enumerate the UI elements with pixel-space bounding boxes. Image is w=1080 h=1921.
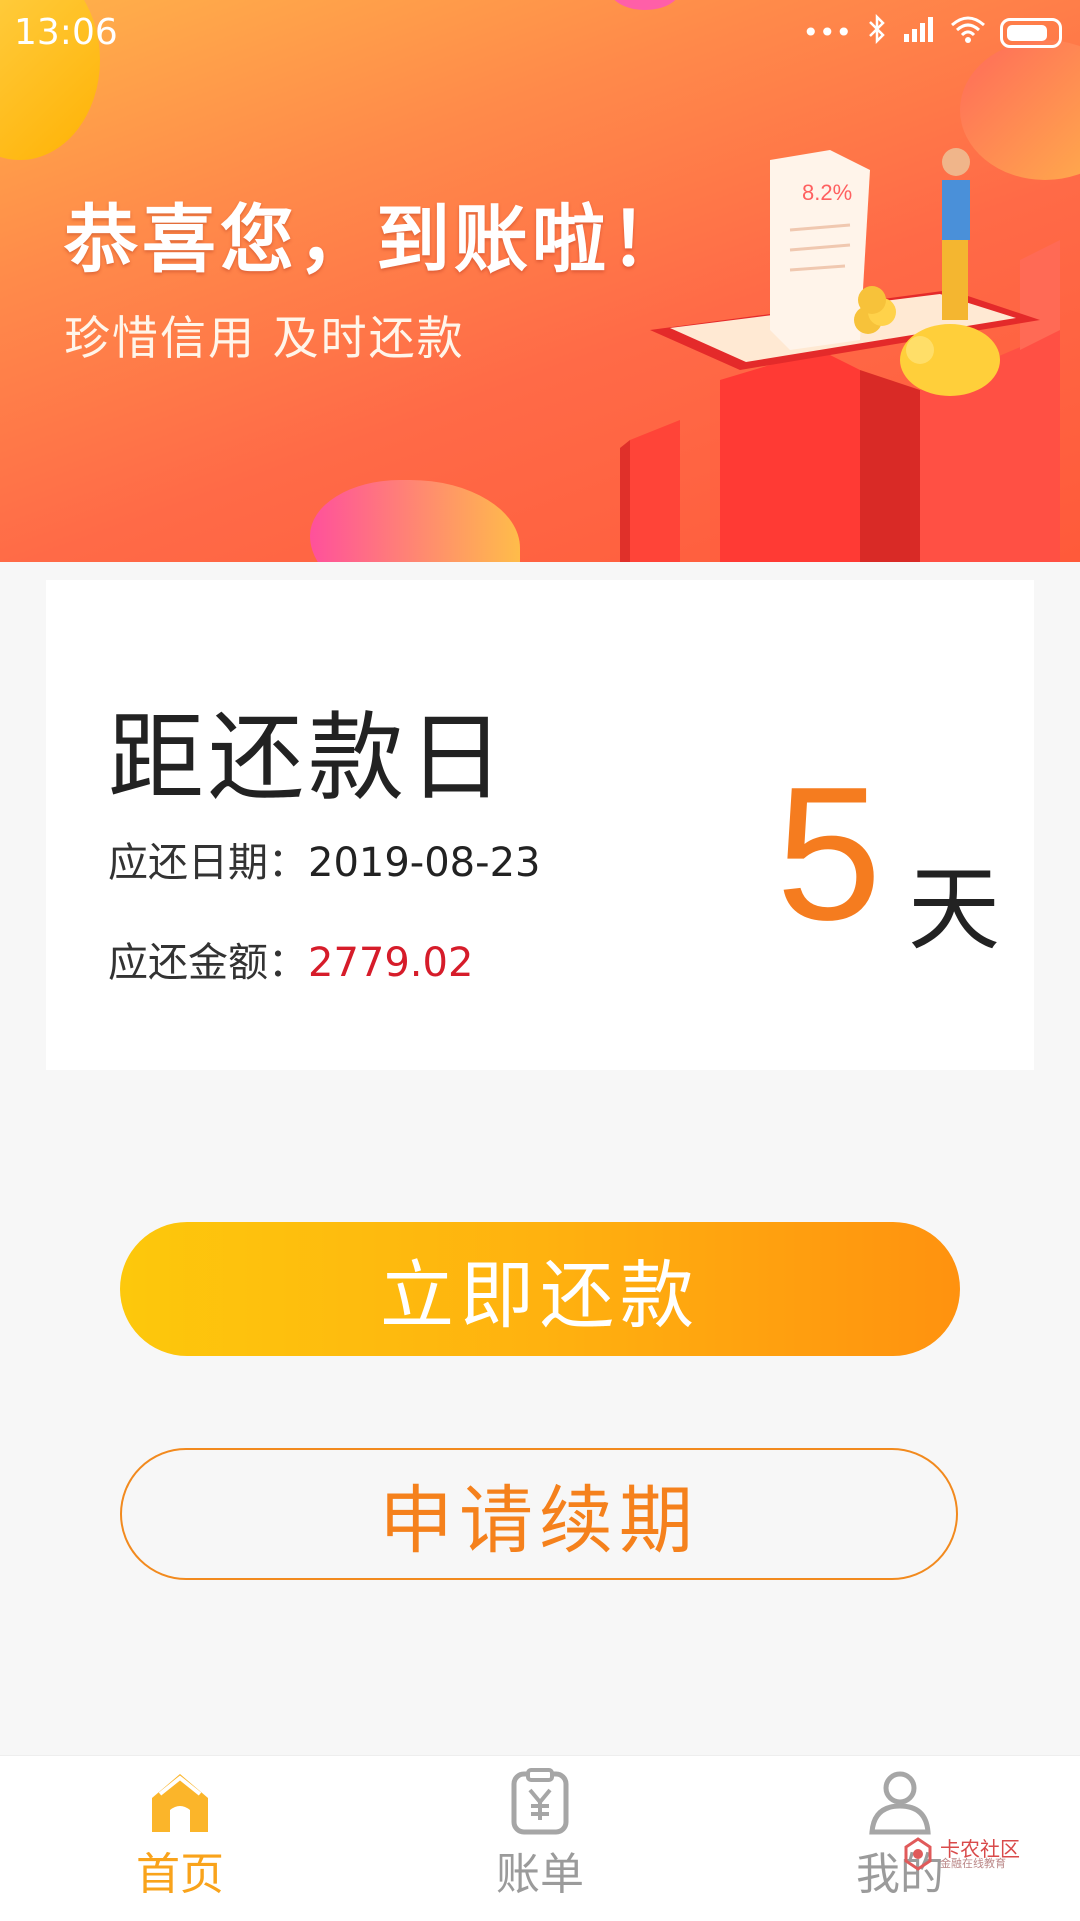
card-title: 距还款日 [108, 702, 508, 814]
repay-now-button[interactable]: 立即还款 [120, 1222, 960, 1356]
apply-extension-button[interactable]: 申请续期 [120, 1448, 958, 1580]
days-remaining-value: 5 [776, 748, 882, 960]
watermark-subtitle: 金融在线教育 [940, 1857, 1006, 1870]
tab-bill-label: 账单 [496, 1849, 584, 1900]
user-icon [869, 1771, 931, 1835]
due-date-value: 2019-08-23 [308, 840, 541, 886]
watermark-logo: 卡农社区 金融在线教育 [900, 1833, 1070, 1873]
amount-row: 应还金额：2779.02 [108, 930, 473, 988]
amount-value: 2779.02 [308, 940, 474, 986]
tab-home[interactable]: 首页 [80, 1756, 280, 1921]
hero-banner: 13:06 ••• 恭喜您，到账啦！ 珍惜信用 及时还款 8.2% [0, 0, 1080, 562]
home-icon [152, 1774, 208, 1832]
decorative-blob [310, 480, 520, 562]
days-unit-label: 天 [908, 856, 1001, 963]
notification-dots-icon: ••• [802, 16, 852, 49]
receipt-rate-text: 8.2% [802, 180, 852, 205]
battery-icon [1000, 17, 1062, 48]
due-date-label: 应还日期： [108, 840, 308, 886]
status-time: 13:06 [14, 12, 118, 53]
phone-piggybank-illustration: 8.2% [620, 148, 1060, 562]
wifi-icon [950, 15, 986, 50]
repayment-card: 距还款日 应还日期：2019-08-23 应还金额：2779.02 5 天 [46, 580, 1034, 1070]
due-date-row: 应还日期：2019-08-23 [108, 830, 540, 888]
banner-headline: 恭喜您，到账啦！ [64, 197, 688, 283]
watermark-icon [904, 1837, 932, 1871]
tab-bill[interactable]: 账单 [440, 1756, 640, 1921]
amount-label: 应还金额： [108, 940, 308, 986]
banner-subline: 珍惜信用 及时还款 [64, 311, 465, 365]
status-bar: 13:06 ••• [0, 0, 1080, 70]
tab-home-label: 首页 [136, 1849, 224, 1900]
signal-icon [902, 16, 936, 49]
bluetooth-icon [866, 13, 888, 51]
bill-icon [511, 1768, 569, 1835]
